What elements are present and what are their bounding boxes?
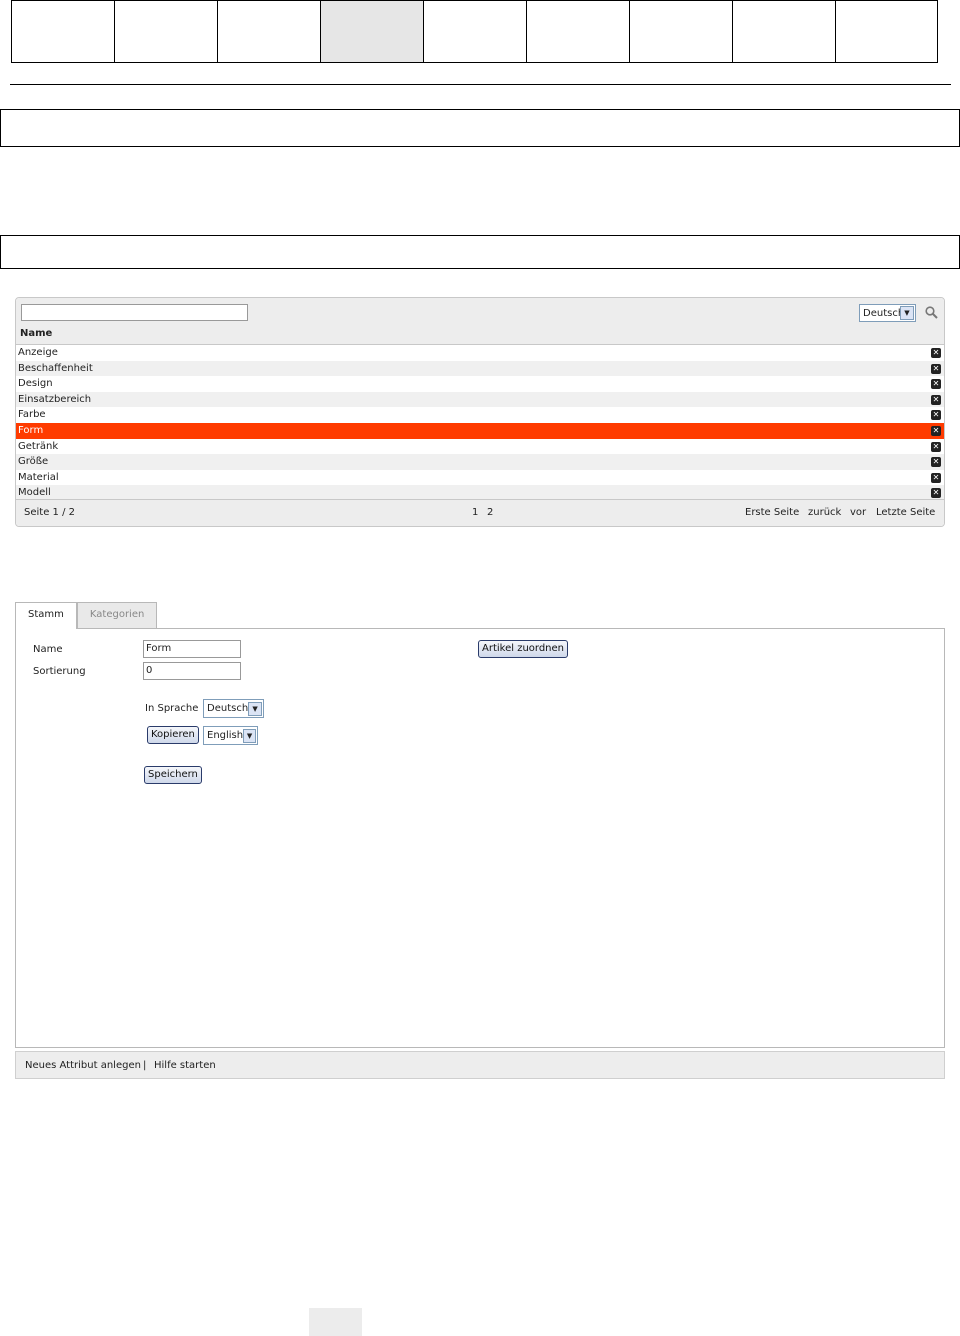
list-item[interactable]: Material ✕ [16, 469, 944, 486]
language-select[interactable]: Deutsch ▼ [859, 304, 916, 322]
footer-separator: | [143, 1060, 147, 1071]
list-item-label: Design [18, 378, 53, 390]
tab-stamm[interactable]: Stamm [15, 602, 77, 629]
nav-cell[interactable] [217, 0, 320, 63]
nav-cell[interactable] [629, 0, 732, 63]
list-item[interactable]: Getränk ✕ [16, 438, 944, 455]
delete-icon[interactable]: ✕ [931, 394, 941, 405]
next-page-link[interactable]: vor [850, 507, 866, 518]
copy-language-value: English [207, 730, 244, 741]
delete-icon[interactable]: ✕ [931, 457, 941, 468]
delete-icon[interactable]: ✕ [931, 425, 941, 436]
delete-icon[interactable]: ✕ [931, 363, 941, 374]
help-link[interactable]: Hilfe starten [154, 1060, 216, 1071]
first-page-link[interactable]: Erste Seite [745, 507, 799, 518]
in-language-value: Deutsch [207, 703, 249, 714]
chevron-down-icon[interactable]: ▼ [248, 701, 262, 716]
nav-cell-active[interactable] [320, 0, 423, 63]
list-item-label: Farbe [18, 409, 46, 421]
subheader-box [0, 235, 960, 269]
nav-cell[interactable] [11, 0, 114, 63]
list-item[interactable]: Einsatzbereich ✕ [16, 391, 944, 408]
top-navigation [11, 0, 938, 63]
list-rows: Anzeige ✕ Beschaffenheit ✕ Design ✕ Einsatzber… [16, 345, 944, 501]
page-info: Seite 1 / 2 [24, 507, 75, 518]
column-header-name[interactable]: Name [20, 328, 52, 339]
tab-kategorien[interactable]: Kategorien [76, 602, 158, 628]
nav-cell[interactable] [835, 0, 938, 63]
search-input[interactable] [21, 304, 248, 321]
list-item-label: Modell [18, 487, 51, 499]
list-item[interactable]: Farbe ✕ [16, 407, 944, 423]
delete-icon[interactable]: ✕ [931, 348, 941, 358]
list-item[interactable]: Größe ✕ [16, 454, 944, 470]
new-attribute-link[interactable]: Neues Attribut anlegen [25, 1060, 141, 1071]
delete-icon[interactable]: ✕ [931, 410, 941, 421]
action-footer: Neues Attribut anlegen | Hilfe starten [15, 1051, 945, 1079]
list-item-label: Größe [18, 456, 49, 468]
list-item-label: Beschaffenheit [18, 362, 93, 374]
copy-button[interactable]: Kopieren [147, 726, 199, 744]
list-item-label: Anzeige [18, 347, 58, 358]
in-language-select[interactable]: Deutsch ▼ [203, 699, 264, 718]
sort-label: Sortierung [33, 666, 86, 677]
list-item[interactable]: Anzeige ✕ [16, 345, 944, 361]
delete-icon[interactable]: ✕ [931, 488, 941, 499]
nav-cell[interactable] [732, 0, 835, 63]
list-item-label: Form [18, 424, 44, 436]
attribute-list-panel: Deutsch ▼ Name Anzeige✕Beschaffenheit✕De… [15, 297, 945, 527]
detail-form-panel: Name Form Sortierung 0 Artikel zuordnen … [15, 628, 945, 1048]
save-button[interactable]: Speichern [144, 766, 202, 784]
search-icon[interactable] [925, 306, 938, 319]
page-link-1[interactable]: 1 [472, 507, 478, 518]
header-box [0, 109, 960, 147]
language-select-value: Deutsch [863, 307, 900, 319]
list-item[interactable]: Design ✕ [16, 376, 944, 392]
delete-icon[interactable]: ✕ [931, 472, 941, 483]
list-item-label: Einsatzbereich [18, 393, 92, 405]
in-language-label: In Sprache [145, 703, 199, 714]
list-item-label: Material [18, 471, 59, 483]
list-item[interactable]: Form ✕ [16, 422, 944, 439]
last-page-link[interactable]: Letzte Seite [876, 507, 935, 518]
chevron-down-icon[interactable]: ▼ [900, 306, 914, 320]
detail-tabs: Stamm Kategorien [15, 602, 158, 629]
chevron-down-icon[interactable]: ▼ [243, 728, 256, 743]
nav-cell[interactable] [114, 0, 217, 63]
pagination-bar: Seite 1 / 2 1 2 Erste Seite zurück vor L… [16, 499, 944, 526]
list-header: Deutsch ▼ Name [16, 298, 944, 345]
delete-icon[interactable]: ✕ [931, 441, 941, 452]
sort-field[interactable]: 0 [143, 662, 241, 680]
delete-icon[interactable]: ✕ [931, 379, 941, 390]
copy-language-select[interactable]: English ▼ [203, 726, 258, 745]
name-field[interactable]: Form [143, 640, 241, 658]
nav-cell[interactable] [526, 0, 629, 63]
page-link-2[interactable]: 2 [487, 507, 493, 518]
nav-cell[interactable] [423, 0, 526, 63]
name-label: Name [33, 644, 63, 655]
bottom-tab [309, 1308, 362, 1336]
assign-articles-button[interactable]: Artikel zuordnen [478, 640, 569, 658]
list-item[interactable]: Beschaffenheit ✕ [16, 360, 944, 377]
list-item-label: Getränk [18, 440, 59, 452]
previous-page-link[interactable]: zurück [808, 507, 841, 518]
divider [10, 84, 951, 85]
